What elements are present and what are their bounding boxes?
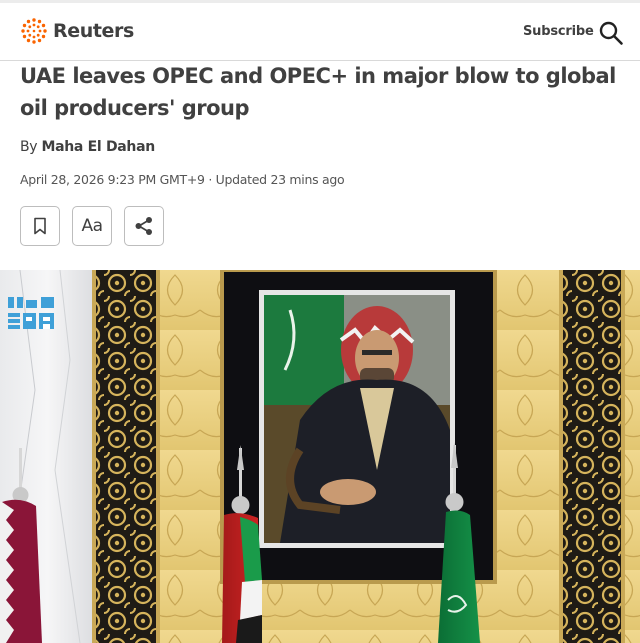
bookmark-icon [34,217,46,235]
text-size-button[interactable]: Aa [72,206,112,246]
byline: By Maha El Dahan [20,139,155,155]
share-button[interactable] [124,206,164,246]
article-toolbar: Aa [20,206,164,246]
reuters-logo[interactable]: Reuters [20,17,134,45]
search-icon[interactable] [598,20,624,46]
brand-name: Reuters [53,20,134,42]
hero-photo [0,270,640,643]
site-header: Reuters Subscribe [0,3,640,61]
bookmark-button[interactable] [20,206,60,246]
author-link[interactable]: Maha El Dahan [41,139,155,155]
publish-date: April 28, 2026 9:23 PM GMT+9 · Updated 2… [20,172,345,187]
subscribe-link[interactable]: Subscribe [523,24,594,39]
reuters-logo-icon [21,18,47,44]
byline-prefix: By [20,139,38,155]
article-headline: UAE leaves OPEC and OPEC+ in major blow … [20,64,616,120]
share-icon [135,217,152,235]
hero-image [0,270,640,643]
spa-watermark [8,297,54,329]
